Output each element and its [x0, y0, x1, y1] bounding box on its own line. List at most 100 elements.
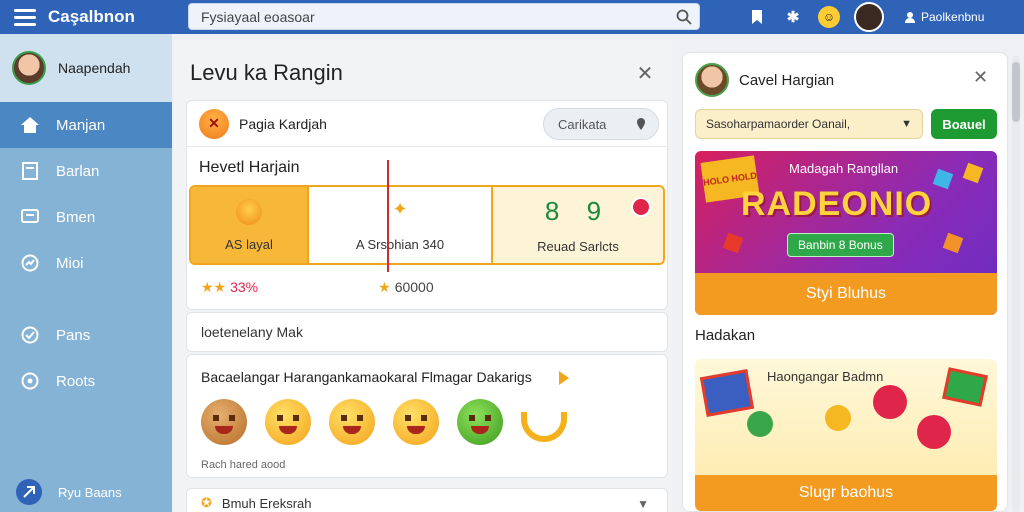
card-header-label: Pagia Kardjah	[239, 115, 327, 132]
sidebar-item-label: Roots	[56, 372, 96, 390]
stat-label: Reuad Sarlcts	[537, 239, 619, 254]
section-title: Hadakan	[695, 327, 756, 344]
smile-emoji-icon[interactable]	[265, 399, 311, 445]
avatar	[12, 51, 46, 85]
trophy-icon: ✪	[201, 495, 212, 510]
page-title: Levu ka Rangin	[190, 60, 343, 85]
promo-banner[interactable]: Haongangar Badmn Slugr baohus	[695, 359, 997, 511]
chart-icon	[20, 253, 40, 273]
chevron-down-icon[interactable]: ▼	[637, 497, 649, 511]
search-icon[interactable]	[669, 3, 699, 30]
filter-select[interactable]: Sasoharpamaorder Oanail, ▼	[695, 109, 923, 139]
sidebar-item-label: Mioi	[56, 254, 84, 272]
card-subtitle: Hevetl Harjain	[199, 159, 300, 176]
stars-icon: ★★	[201, 279, 227, 295]
frog-emoji-icon[interactable]	[457, 399, 503, 445]
promo-cta-button[interactable]: Slugr baohus	[695, 475, 997, 511]
promo-cta-button[interactable]: Styi Bluhus	[695, 273, 997, 315]
stat-tile[interactable]: 8 9 Reuad Sarlcts	[493, 187, 663, 263]
cube-icon	[942, 232, 964, 254]
coin-icon	[825, 405, 851, 431]
sidebar-item-pans[interactable]: Pans	[0, 312, 172, 358]
home-icon	[20, 115, 40, 135]
sidebar-item-manjan[interactable]: Manjan	[0, 102, 172, 148]
coin-icon	[917, 415, 951, 449]
close-icon[interactable]: ✕	[634, 62, 656, 85]
collapsed-card-label: Bmuh Ereksrah	[221, 495, 312, 511]
chevron-down-icon: ▼	[901, 118, 912, 130]
collapsed-card[interactable]: ✪ Bmuh Ereksrah ▼	[186, 488, 668, 512]
cube-icon	[962, 162, 984, 184]
blush-emoji-icon[interactable]	[329, 399, 375, 445]
confirm-button[interactable]: Boauel	[931, 109, 997, 139]
right-panel-header: Cavel Hargian	[695, 63, 834, 97]
stat-tile[interactable]: AS layal	[191, 187, 309, 263]
menu-icon[interactable]	[14, 8, 36, 26]
banana-emoji-icon[interactable]	[521, 412, 567, 442]
sidebar-profile[interactable]: Naapendah	[0, 34, 172, 102]
sidebar: Naapendah Manjan Barlan Bmen Mioi Pans R…	[0, 34, 172, 512]
promo-banner[interactable]: HOLO HOLD Madagah Rangllan RADEONIO Banb…	[695, 151, 997, 315]
play-icon[interactable]	[559, 371, 569, 385]
sidebar-item-mioi[interactable]: Mioi	[0, 240, 172, 286]
card-footer: ★★ 33% ★ 60000	[201, 279, 434, 296]
message-icon	[20, 207, 40, 227]
sidebar-item-barlan[interactable]: Barlan	[0, 148, 172, 194]
marker-line	[387, 160, 389, 272]
box-icon	[942, 367, 988, 407]
notification-dot	[631, 197, 651, 217]
sidebar-item-bmen[interactable]: Bmen	[0, 194, 172, 240]
card-action-label: Carikata	[558, 116, 607, 132]
send-icon	[16, 479, 42, 505]
footer-percent: 33%	[230, 279, 259, 295]
gear-icon	[20, 371, 40, 391]
scrollbar-thumb[interactable]	[1012, 62, 1020, 122]
close-icon[interactable]: ✕	[973, 67, 988, 88]
angry-face-icon: ✕	[199, 108, 229, 139]
avatar[interactable]	[854, 2, 884, 32]
promo-bonus-tag[interactable]: Banbin 8 Bonus	[787, 233, 894, 257]
sidebar-item-label: Bmen	[56, 208, 96, 226]
cube-icon	[932, 168, 954, 190]
profile-name: Naapendah	[58, 60, 131, 76]
search-bar[interactable]: Fysiayaal eoasoar	[188, 3, 700, 30]
stat-tile[interactable]: ✦ A Srsohian 340	[309, 187, 493, 263]
card-action-button[interactable]: Carikata	[543, 108, 659, 140]
emoji-card-title: Bacaelangar Harangankamaokaral Flmagar D…	[201, 369, 532, 385]
sidebar-item-label: Manjan	[56, 116, 106, 134]
promo-title: RADEONIO	[741, 185, 933, 223]
right-panel: Cavel Hargian ✕ Sasoharpamaorder Oanail,…	[682, 52, 1008, 512]
sidebar-item-roots[interactable]: Roots	[0, 358, 172, 404]
app-brand[interactable]: Caşalbnon	[48, 7, 168, 27]
info-card[interactable]: loetenelany Mak	[186, 312, 668, 352]
sparkle-icon: ✦	[392, 198, 408, 219]
check-icon	[20, 325, 40, 345]
right-panel-title: Cavel Hargian	[739, 71, 835, 89]
wink-emoji-icon[interactable]	[393, 399, 439, 445]
user-menu[interactable]: Paolkenbnu	[904, 10, 984, 24]
puzzle-icon[interactable]: ✱	[782, 6, 804, 28]
main-panel: Levu ka Rangin ✕ ✕ Pagia Kardjah Carikat…	[174, 40, 672, 512]
avatar	[695, 63, 729, 97]
info-card-label: loetenelany Mak	[201, 324, 303, 340]
bookmark-icon[interactable]	[746, 6, 768, 28]
sidebar-bottom-item[interactable]: Ryu Baans	[0, 472, 172, 512]
pin-icon	[637, 118, 645, 130]
scrollbar[interactable]	[1012, 56, 1020, 512]
top-bar: Caşalbnon Fysiayaal eoasoar ✱ ☺ Paolkenb…	[0, 0, 1024, 34]
summary-card: ✕ Pagia Kardjah Carikata Hevetl Harjain …	[186, 100, 668, 310]
emoji-icon[interactable]: ☺	[818, 6, 840, 28]
sidebar-item-label: Pans	[56, 326, 91, 344]
stat-value: 8 9	[544, 196, 612, 226]
star-icon: ★	[378, 279, 391, 295]
search-input[interactable]: Fysiayaal eoasoar	[201, 9, 669, 25]
emoji-card-footer: Rach hared aood	[201, 459, 286, 471]
user-icon	[905, 12, 915, 23]
promo-title: Haongangar Badmn	[767, 369, 884, 384]
promo-subtitle: Madagah Rangllan	[789, 161, 899, 176]
smiley-icon	[236, 198, 262, 225]
coin-icon	[873, 385, 907, 419]
emoji-card: Bacaelangar Harangankamaokaral Flmagar D…	[186, 354, 668, 478]
stats-row: AS layal ✦ A Srsohian 340 8 9 Reuad Sarl…	[189, 185, 665, 265]
dog-emoji-icon[interactable]	[201, 399, 247, 445]
